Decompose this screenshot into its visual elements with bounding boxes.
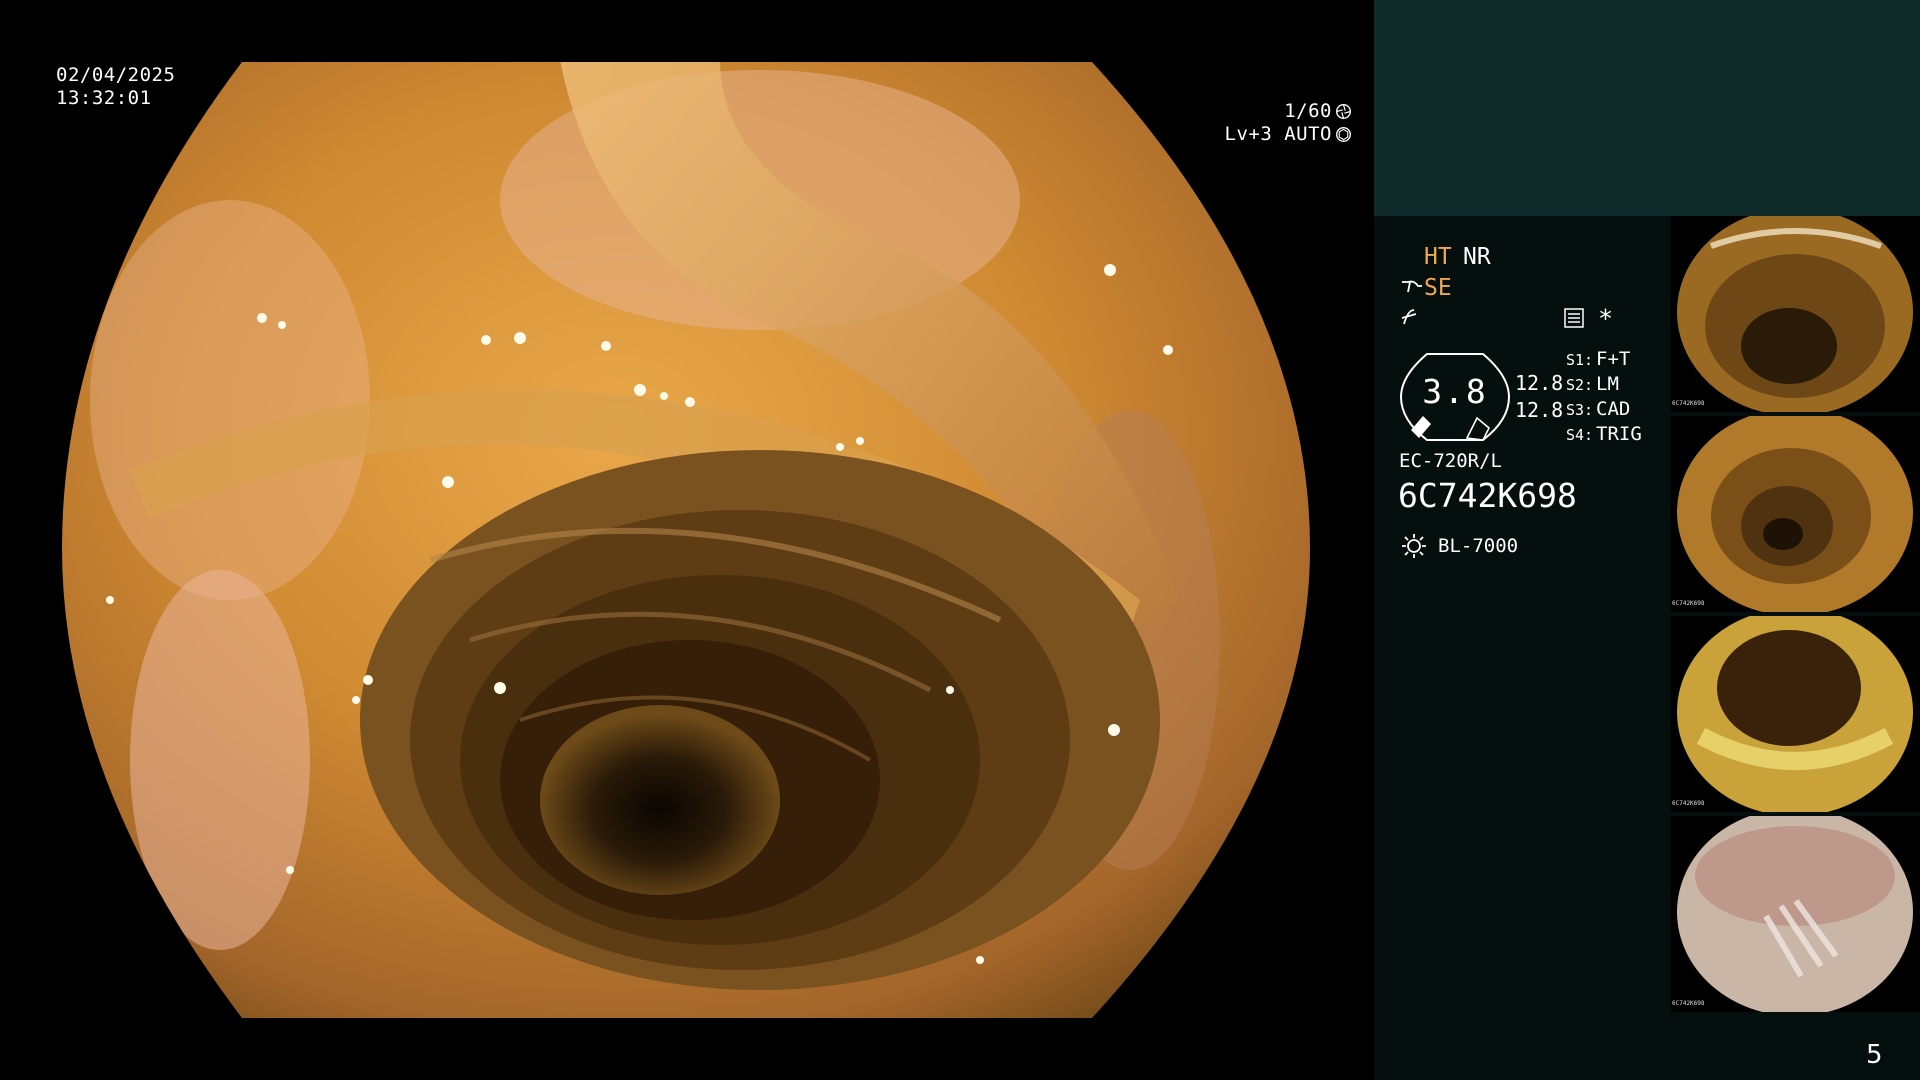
switch-value: LM bbox=[1596, 373, 1619, 395]
switch-key: S2: bbox=[1566, 376, 1594, 394]
switch-value: TRIG bbox=[1596, 423, 1642, 445]
gauge-value-1: 12.8 bbox=[1515, 371, 1564, 395]
gauge-value-2: 12.8 bbox=[1515, 398, 1564, 422]
shutter-text: 1/60 bbox=[1284, 100, 1332, 122]
thumbnail-caption: 6C742K698 bbox=[1672, 600, 1705, 607]
page-number: 5 bbox=[1866, 1040, 1883, 1070]
thumbnail-4[interactable]: 6C742K698 bbox=[1671, 816, 1920, 1012]
endoscope-image bbox=[62, 62, 1310, 1018]
switch-value: CAD bbox=[1596, 398, 1631, 420]
iris-text: Lv+3 AUTO bbox=[1224, 123, 1332, 145]
se-icon bbox=[1402, 280, 1422, 293]
info-panel-header bbox=[1374, 0, 1920, 216]
endoscope-view: 02/04/2025 13:32:01 1/60 Lv+3 AUTO bbox=[0, 0, 1372, 1080]
thumbnail-image bbox=[1677, 216, 1913, 412]
mode-nr: NR bbox=[1463, 244, 1491, 270]
iris-row: Lv+3 AUTO bbox=[1225, 123, 1352, 146]
iris-icon bbox=[1336, 127, 1351, 142]
thumbnail-caption: 6C742K698 bbox=[1672, 800, 1705, 807]
timestamp: 02/04/2025 13:32:01 bbox=[56, 64, 175, 110]
mode-ht: HT bbox=[1424, 244, 1452, 270]
thumbnail-image bbox=[1677, 416, 1913, 612]
shutter-row: 1/60 bbox=[1225, 100, 1352, 123]
switch-key: S4: bbox=[1566, 426, 1594, 444]
sun-icon bbox=[1402, 534, 1426, 558]
thumbnail-3[interactable]: 6C742K698 bbox=[1671, 616, 1920, 812]
thumbnail-2[interactable]: 6C742K698 bbox=[1671, 416, 1920, 612]
scope-model: EC-720R/L bbox=[1399, 450, 1502, 472]
light-source-model: BL-7000 bbox=[1438, 535, 1519, 557]
thumbnail-caption: 6C742K698 bbox=[1672, 400, 1705, 407]
switch-value: F+T bbox=[1596, 348, 1631, 370]
exposure-info: 1/60 Lv+3 AUTO bbox=[1225, 100, 1352, 146]
document-icon bbox=[1564, 308, 1584, 328]
star-mark: * bbox=[1598, 304, 1614, 333]
thumbnail-caption: 6C742K698 bbox=[1672, 1000, 1705, 1007]
switch-4: S4: TRIG bbox=[1566, 423, 1642, 445]
gauge-value: 3.8 bbox=[1422, 372, 1488, 411]
time-text: 13:32:01 bbox=[56, 87, 152, 109]
date-text: 02/04/2025 bbox=[56, 64, 176, 86]
switch-key: S3: bbox=[1566, 401, 1594, 419]
thumbnail-image bbox=[1677, 816, 1913, 1012]
mode-se: SE bbox=[1424, 275, 1452, 301]
shutter-icon bbox=[1336, 104, 1351, 119]
thumbnail-1[interactable]: 6C742K698 bbox=[1671, 216, 1920, 412]
switch-2: S2: LM bbox=[1566, 373, 1619, 395]
switch-key: S1: bbox=[1566, 351, 1594, 369]
switch-3: S3: CAD bbox=[1566, 398, 1630, 420]
switch-1: S1: F+T bbox=[1566, 348, 1630, 370]
thumbnail-image bbox=[1677, 616, 1913, 812]
f-icon bbox=[1401, 309, 1417, 325]
scope-serial: 6C742K698 bbox=[1398, 476, 1577, 515]
